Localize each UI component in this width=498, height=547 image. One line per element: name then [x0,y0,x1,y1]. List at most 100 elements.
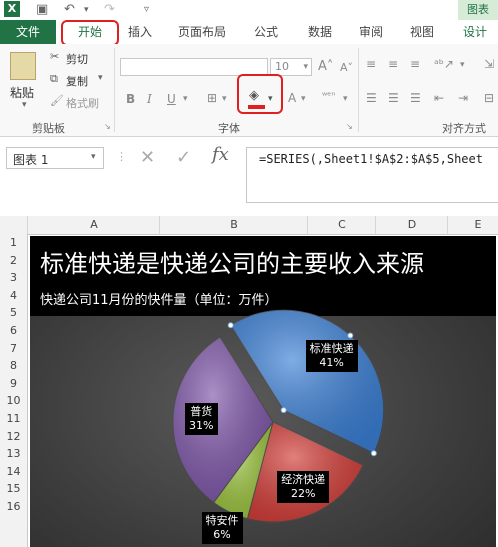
font-size-dropdown-icon[interactable]: ▾ [303,59,308,75]
name-box-value: 图表 1 [13,153,49,167]
align-middle-icon[interactable]: ≡ [388,57,398,71]
column-header-e[interactable]: E [447,216,498,234]
paste-dropdown-icon[interactable]: ▾ [22,100,27,110]
tab-review[interactable]: 审阅 [353,20,389,44]
tab-file[interactable]: 文件 [0,20,56,44]
increase-font-icon[interactable]: A˄ [318,59,333,74]
data-label-category: 标准快递 [309,342,354,356]
redo-icon[interactable]: ↷ [104,2,115,17]
data-label[interactable]: 经济快递 22% [277,471,330,504]
data-label-category: 普货 [190,405,213,419]
tab-data[interactable]: 数据 [302,20,338,44]
data-label-category: 经济快递 [281,473,326,487]
tab-design[interactable]: 设计 [456,20,494,44]
underline-dropdown-icon[interactable]: ▾ [183,94,188,104]
copy-dropdown-icon[interactable]: ▾ [98,73,103,83]
fill-color-highlight [237,74,283,114]
orientation-icon[interactable]: ᵃᵇ↗ [434,57,454,71]
increase-indent-icon[interactable]: ⇥ [458,91,468,105]
data-label-category: 特安件 [205,514,239,528]
clipboard-launcher-icon[interactable]: ↘ [104,122,111,131]
cut-icon[interactable]: ✂ [50,50,59,63]
row-header-6[interactable]: 6 [0,322,27,340]
copy-button[interactable]: 复制 [66,73,88,89]
tab-formulas[interactable]: 公式 [248,20,284,44]
align-center-icon[interactable]: ☰ [388,91,399,105]
borders-dropdown-icon[interactable]: ▾ [222,94,227,104]
font-launcher-icon[interactable]: ↘ [346,122,353,131]
row-header-7[interactable]: 7 [0,340,27,358]
paste-icon[interactable] [10,52,36,80]
undo-dropdown-icon[interactable]: ▾ [84,5,89,15]
data-label[interactable]: 特安件 6% [201,512,243,545]
column-header-a[interactable]: A [27,216,160,234]
align-left-icon[interactable]: ☰ [366,91,377,105]
row-header-15[interactable]: 15 [0,480,27,498]
data-label[interactable]: 普货 31% [185,403,218,436]
row-header-4[interactable]: 4 [0,287,27,305]
cancel-icon[interactable]: ✕ [140,147,155,168]
insert-function-button[interactable]: fx [212,144,229,165]
name-box[interactable]: 图表 1 ▾ [6,147,104,169]
qat-customize-icon[interactable]: ▿ [144,4,149,15]
excel-logo-icon: X [4,1,20,17]
tab-view[interactable]: 视图 [404,20,440,44]
decrease-font-icon[interactable]: A˅ [340,61,353,74]
chart-tools-label: 图表 [458,0,498,20]
phonetic-icon[interactable]: ʷᵉⁿ [322,91,335,102]
data-label[interactable]: 标准快递 41% [305,340,358,373]
row-header-12[interactable]: 12 [0,428,27,446]
tab-page-layout[interactable]: 页面布局 [174,20,230,44]
column-header-b[interactable]: B [159,216,308,234]
title-bar: X ▣ ↶ ▾ ↷ ▿ 图表 [0,0,498,20]
wrap-text-icon[interactable]: ⇲ [484,57,494,71]
group-separator [114,48,115,132]
home-tab-highlight [61,20,119,46]
italic-icon[interactable]: I [147,92,152,106]
align-bottom-icon[interactable]: ≡ [410,57,420,71]
row-header-1[interactable]: 1 [0,234,27,252]
row-header-13[interactable]: 13 [0,445,27,463]
undo-icon[interactable]: ↶ [64,2,75,17]
underline-icon[interactable]: U [167,92,176,106]
formula-input[interactable]: =SERIES(,Sheet1!$A$2:$A$5,Sheet [246,147,498,203]
group-separator [358,48,359,132]
copy-icon[interactable]: ⧉ [50,72,58,86]
format-painter-button[interactable]: 格式刷 [66,95,99,111]
column-header-d[interactable]: D [375,216,448,234]
row-header-8[interactable]: 8 [0,357,27,375]
row-header-16[interactable]: 16 [0,498,27,516]
row-header-11[interactable]: 11 [0,410,27,428]
merge-center-icon[interactable]: ⊟ [484,91,494,105]
format-painter-icon[interactable]: 🖌 [50,94,64,107]
row-header-14[interactable]: 14 [0,463,27,481]
font-color-dropdown-icon[interactable]: ▾ [301,94,306,104]
borders-icon[interactable]: ⊞ [207,91,217,105]
data-label-percent: 6% [213,528,231,542]
data-label-percent: 31% [189,419,214,433]
row-header-9[interactable]: 9 [0,375,27,393]
align-right-icon[interactable]: ☰ [410,91,421,105]
row-header-5[interactable]: 5 [0,304,27,322]
font-size-value: 10 [275,60,289,73]
row-header-3[interactable]: 3 [0,269,27,287]
phonetic-dropdown-icon[interactable]: ▾ [343,94,348,104]
cut-button[interactable]: 剪切 [66,51,88,67]
bold-icon[interactable]: B [126,92,135,106]
alignment-group-label: 对齐方式 [442,122,486,135]
paste-button[interactable]: 粘贴 [10,84,34,101]
orientation-dropdown-icon[interactable]: ▾ [460,60,465,70]
column-header-c[interactable]: C [307,216,376,234]
row-header-10[interactable]: 10 [0,392,27,410]
column-headers: A B C D E [0,216,498,235]
align-top-icon[interactable]: ≡ [366,57,376,71]
pie-chart[interactable]: 标准快递是快递公司的主要收入来源 快递公司11月份的快件量（单位：万件） 标准快… [30,236,496,547]
data-labels: 标准快递 41% 经济快递 22% 特安件 6% 普货 31% [30,236,496,547]
name-box-dropdown-icon[interactable]: ▾ [91,152,96,162]
tab-insert[interactable]: 插入 [122,20,158,44]
enter-icon[interactable]: ✓ [176,147,191,168]
font-color-icon[interactable]: A [288,91,296,105]
save-icon[interactable]: ▣ [36,2,48,17]
row-header-2[interactable]: 2 [0,252,27,270]
decrease-indent-icon[interactable]: ⇤ [434,91,444,105]
